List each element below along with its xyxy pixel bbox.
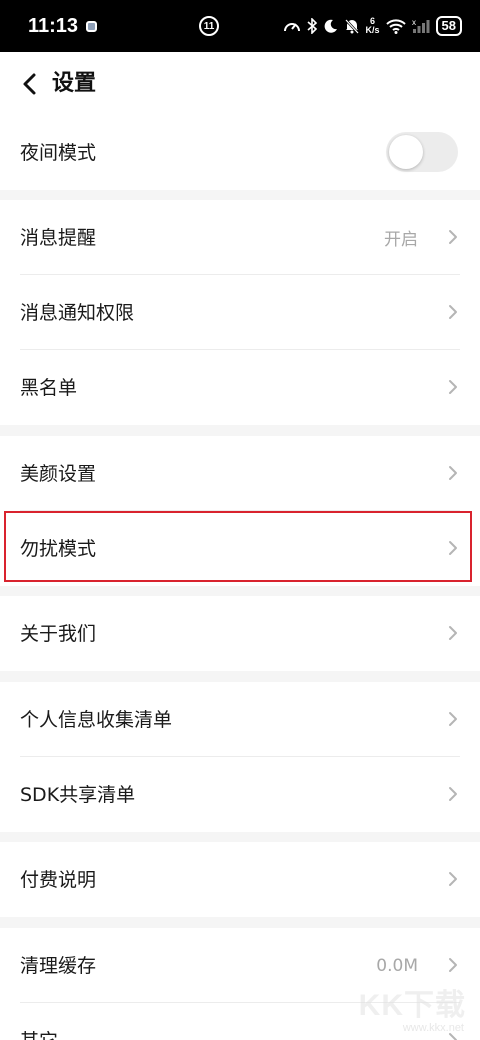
message-reminder-value: 开启 — [384, 230, 418, 250]
row-blacklist[interactable]: 黑名单 — [0, 350, 480, 425]
toggle-knob — [389, 135, 423, 169]
chevron-right-icon — [449, 712, 457, 726]
beauty-settings-label: 美颜设置 — [20, 462, 97, 485]
chevron-right-icon — [449, 541, 457, 555]
do-not-disturb-label: 勿扰模式 — [20, 537, 97, 560]
sdk-share-list-label: SDK共享清单 — [20, 783, 136, 806]
settings-group-features: 美颜设置 勿扰模式 — [0, 436, 480, 586]
row-night-mode: 夜间模式 — [0, 116, 480, 190]
settings-group-privacy: 个人信息收集清单 SDK共享清单 — [0, 682, 480, 832]
settings-group-display: 夜间模式 — [0, 116, 480, 190]
watermark: KK下载 www.kkx.net — [336, 980, 466, 1036]
page-title: 设置 — [52, 71, 97, 96]
net-speed-unit: K/s — [365, 25, 380, 35]
chevron-right-icon — [449, 305, 457, 319]
settings-group-payment: 付费说明 — [0, 842, 480, 917]
row-personal-info-list[interactable]: 个人信息收集清单 — [0, 682, 480, 757]
settings-group-notifications: 消息提醒 开启 消息通知权限 黑名单 — [0, 200, 480, 425]
chevron-right-icon — [449, 380, 457, 394]
back-chevron-icon[interactable] — [20, 72, 40, 96]
clear-cache-label: 清理缓存 — [20, 954, 97, 977]
chevron-right-icon — [449, 626, 457, 640]
signal-x-label: x — [412, 18, 416, 27]
chevron-right-icon — [449, 466, 457, 480]
row-about-us[interactable]: 关于我们 — [0, 596, 480, 671]
watermark-url: www.kkx.net — [402, 1022, 464, 1034]
chevron-right-icon — [449, 958, 457, 972]
notification-badge: 11 — [199, 16, 219, 36]
settings-group-about: 关于我们 — [0, 596, 480, 671]
payment-info-label: 付费说明 — [20, 868, 97, 891]
blacklist-label: 黑名单 — [20, 376, 78, 399]
night-mode-label: 夜间模式 — [20, 142, 97, 164]
status-bar: 11:13 11 6 K/s x 58 — [0, 0, 480, 52]
personal-info-list-label: 个人信息收集清单 — [20, 708, 173, 731]
wifi-icon — [385, 19, 406, 34]
page-header: 设置 — [0, 52, 480, 116]
row-notification-permission[interactable]: 消息通知权限 — [0, 275, 480, 350]
row-payment-info[interactable]: 付费说明 — [0, 842, 480, 917]
other-label: 其它 — [20, 1029, 58, 1040]
data-saver-icon — [283, 23, 300, 32]
row-sdk-share-list[interactable]: SDK共享清单 — [0, 757, 480, 832]
row-do-not-disturb[interactable]: 勿扰模式 — [0, 511, 480, 586]
app-notification-icon — [86, 20, 98, 32]
chevron-right-icon — [449, 787, 457, 801]
bluetooth-icon — [306, 18, 317, 34]
chevron-right-icon — [449, 230, 457, 244]
battery-indicator: 58 — [435, 16, 462, 36]
message-reminder-label: 消息提醒 — [20, 226, 97, 249]
notification-permission-label: 消息通知权限 — [20, 301, 135, 324]
status-time: 11:13 — [28, 14, 79, 37]
about-us-label: 关于我们 — [20, 622, 97, 645]
watermark-brand: KK下载 — [358, 989, 466, 1022]
row-message-reminder[interactable]: 消息提醒 开启 — [0, 200, 480, 275]
chevron-right-icon — [449, 872, 457, 886]
row-beauty-settings[interactable]: 美颜设置 — [0, 436, 480, 511]
mute-icon — [344, 19, 359, 34]
status-icons: 6 K/s x 58 — [283, 14, 462, 38]
net-speed: 6 K/s — [366, 17, 380, 35]
clear-cache-value: 0.0M — [376, 955, 418, 976]
do-not-disturb-icon — [324, 19, 337, 33]
night-mode-toggle[interactable] — [386, 132, 458, 172]
signal-icon: x — [412, 18, 430, 33]
